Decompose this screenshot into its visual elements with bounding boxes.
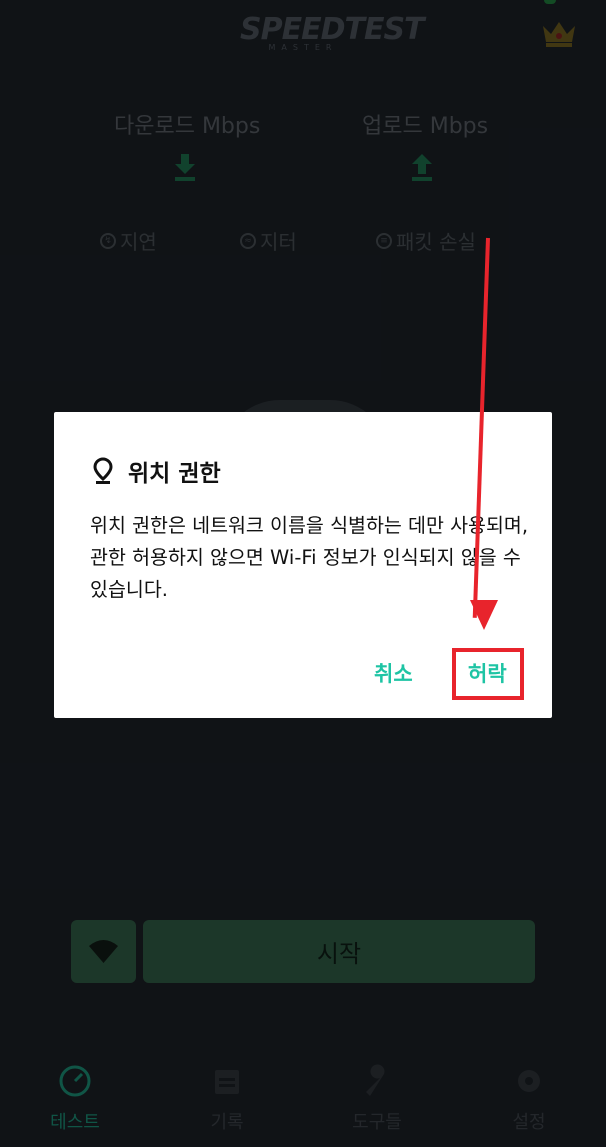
annotation-arrow-head [470, 600, 498, 630]
dialog-message: 위치 권한은 네트워크 이름을 식별하는 데만 사용되며, 관한 허용하지 않으… [90, 514, 529, 601]
dialog-title: 위치 권한 [128, 461, 221, 487]
cancel-button[interactable]: 취소 [374, 658, 413, 688]
dialog-header: 위치 권한 [92, 454, 221, 488]
location-pin-icon [93, 457, 113, 484]
allow-highlight-box [452, 648, 524, 700]
